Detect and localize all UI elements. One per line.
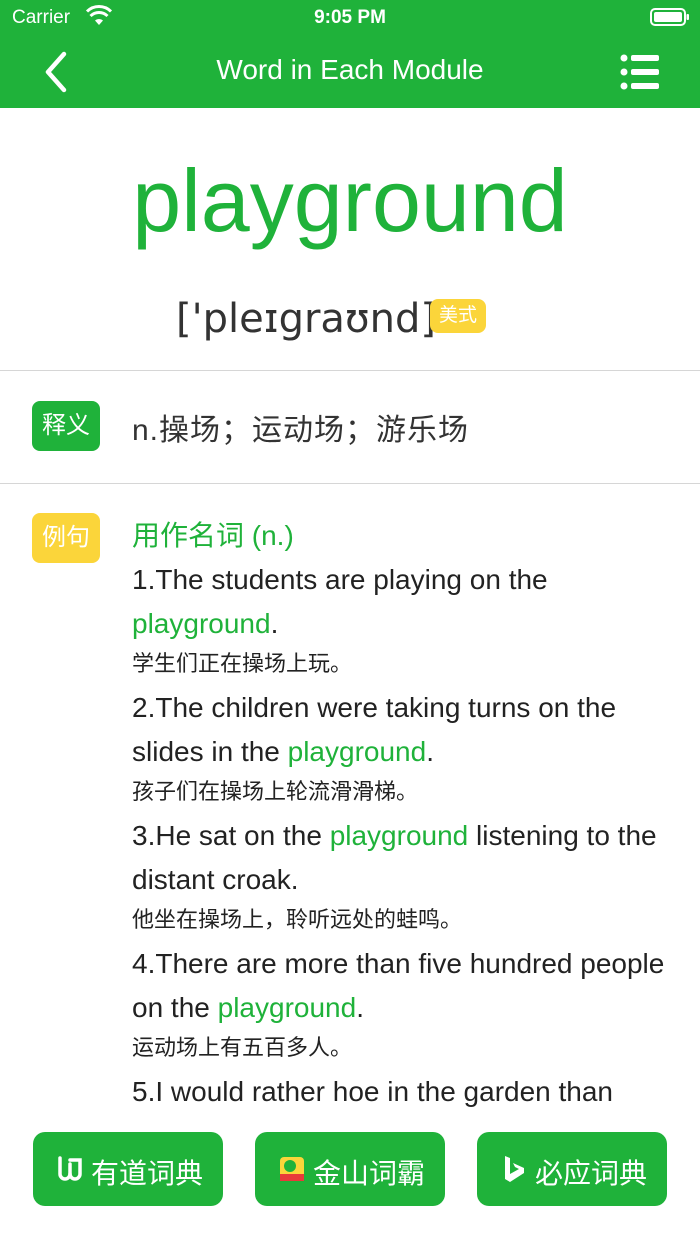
- example-item: 3.He sat on the playground listening to …: [132, 814, 682, 938]
- example-zh: 学生们正在操场上玩。: [132, 651, 353, 676]
- example-item: 1.The students are playing on the playgr…: [132, 558, 682, 682]
- phonetic: ['pleɪgraʊnd]: [176, 296, 436, 342]
- example-zh: 孩子们在操场上轮流滑滑梯。: [132, 779, 419, 804]
- example-zh: 他坐在操场上，聆听远处的蛙鸣。: [132, 907, 463, 932]
- examples-tag: 例句: [32, 513, 100, 563]
- bing-label: 必应词典: [535, 1158, 648, 1189]
- battery-icon: [650, 8, 689, 26]
- accent-badge[interactable]: 美式: [430, 299, 486, 333]
- example-en: 2.The children were taking turns on the …: [132, 692, 617, 767]
- youdao-label: 有道词典: [91, 1158, 204, 1189]
- example-en: 1.The students are playing on the playgr…: [132, 564, 548, 639]
- status-bar: Carrier 9:05 PM: [0, 0, 700, 36]
- keyword-highlight: playground: [329, 820, 469, 851]
- youdao-icon: [58, 1156, 82, 1181]
- iciba-icon: [280, 1157, 304, 1181]
- clock: 9:05 PM: [314, 7, 386, 28]
- examples-list: 用作名词 (n.) 1.The students are playing on …: [132, 514, 682, 1114]
- divider: [0, 370, 700, 371]
- example-en: 5.I would rather hoe in the garden than: [132, 1076, 614, 1107]
- iciba-label: 金山词霸: [313, 1158, 426, 1189]
- example-item: 4.There are more than five hundred peopl…: [132, 942, 682, 1066]
- example-item: 5.I would rather hoe in the garden than: [132, 1070, 682, 1114]
- nav-title: Word in Each Module: [216, 54, 484, 85]
- meaning-text: n.操场；运动场；游乐场: [132, 414, 470, 447]
- examples-heading: 用作名词 (n.): [132, 520, 294, 551]
- keyword-highlight: playground: [217, 992, 357, 1023]
- youdao-button[interactable]: 有道词典: [33, 1132, 223, 1206]
- example-item: 2.The children were taking turns on the …: [132, 686, 682, 810]
- list-menu-icon[interactable]: [620, 52, 660, 92]
- keyword-highlight: playground: [132, 608, 271, 639]
- bing-icon: [505, 1156, 524, 1182]
- iciba-button[interactable]: 金山词霸: [255, 1132, 445, 1206]
- headword: playground: [132, 151, 568, 250]
- dictionary-buttons: 有道词典 金山词霸 必应词典: [0, 1132, 700, 1206]
- example-en: 3.He sat on the playground listening to …: [132, 820, 657, 895]
- header-bar: Carrier 9:05 PM Word in Each Module: [0, 0, 700, 108]
- keyword-highlight: playground: [287, 736, 427, 767]
- divider: [0, 483, 700, 484]
- example-en: 4.There are more than five hundred peopl…: [132, 948, 665, 1023]
- bing-button[interactable]: 必应词典: [477, 1132, 667, 1206]
- nav-bar: Word in Each Module: [0, 36, 700, 108]
- meaning-tag: 释义: [32, 401, 100, 451]
- example-zh: 运动场上有五百多人。: [132, 1035, 353, 1060]
